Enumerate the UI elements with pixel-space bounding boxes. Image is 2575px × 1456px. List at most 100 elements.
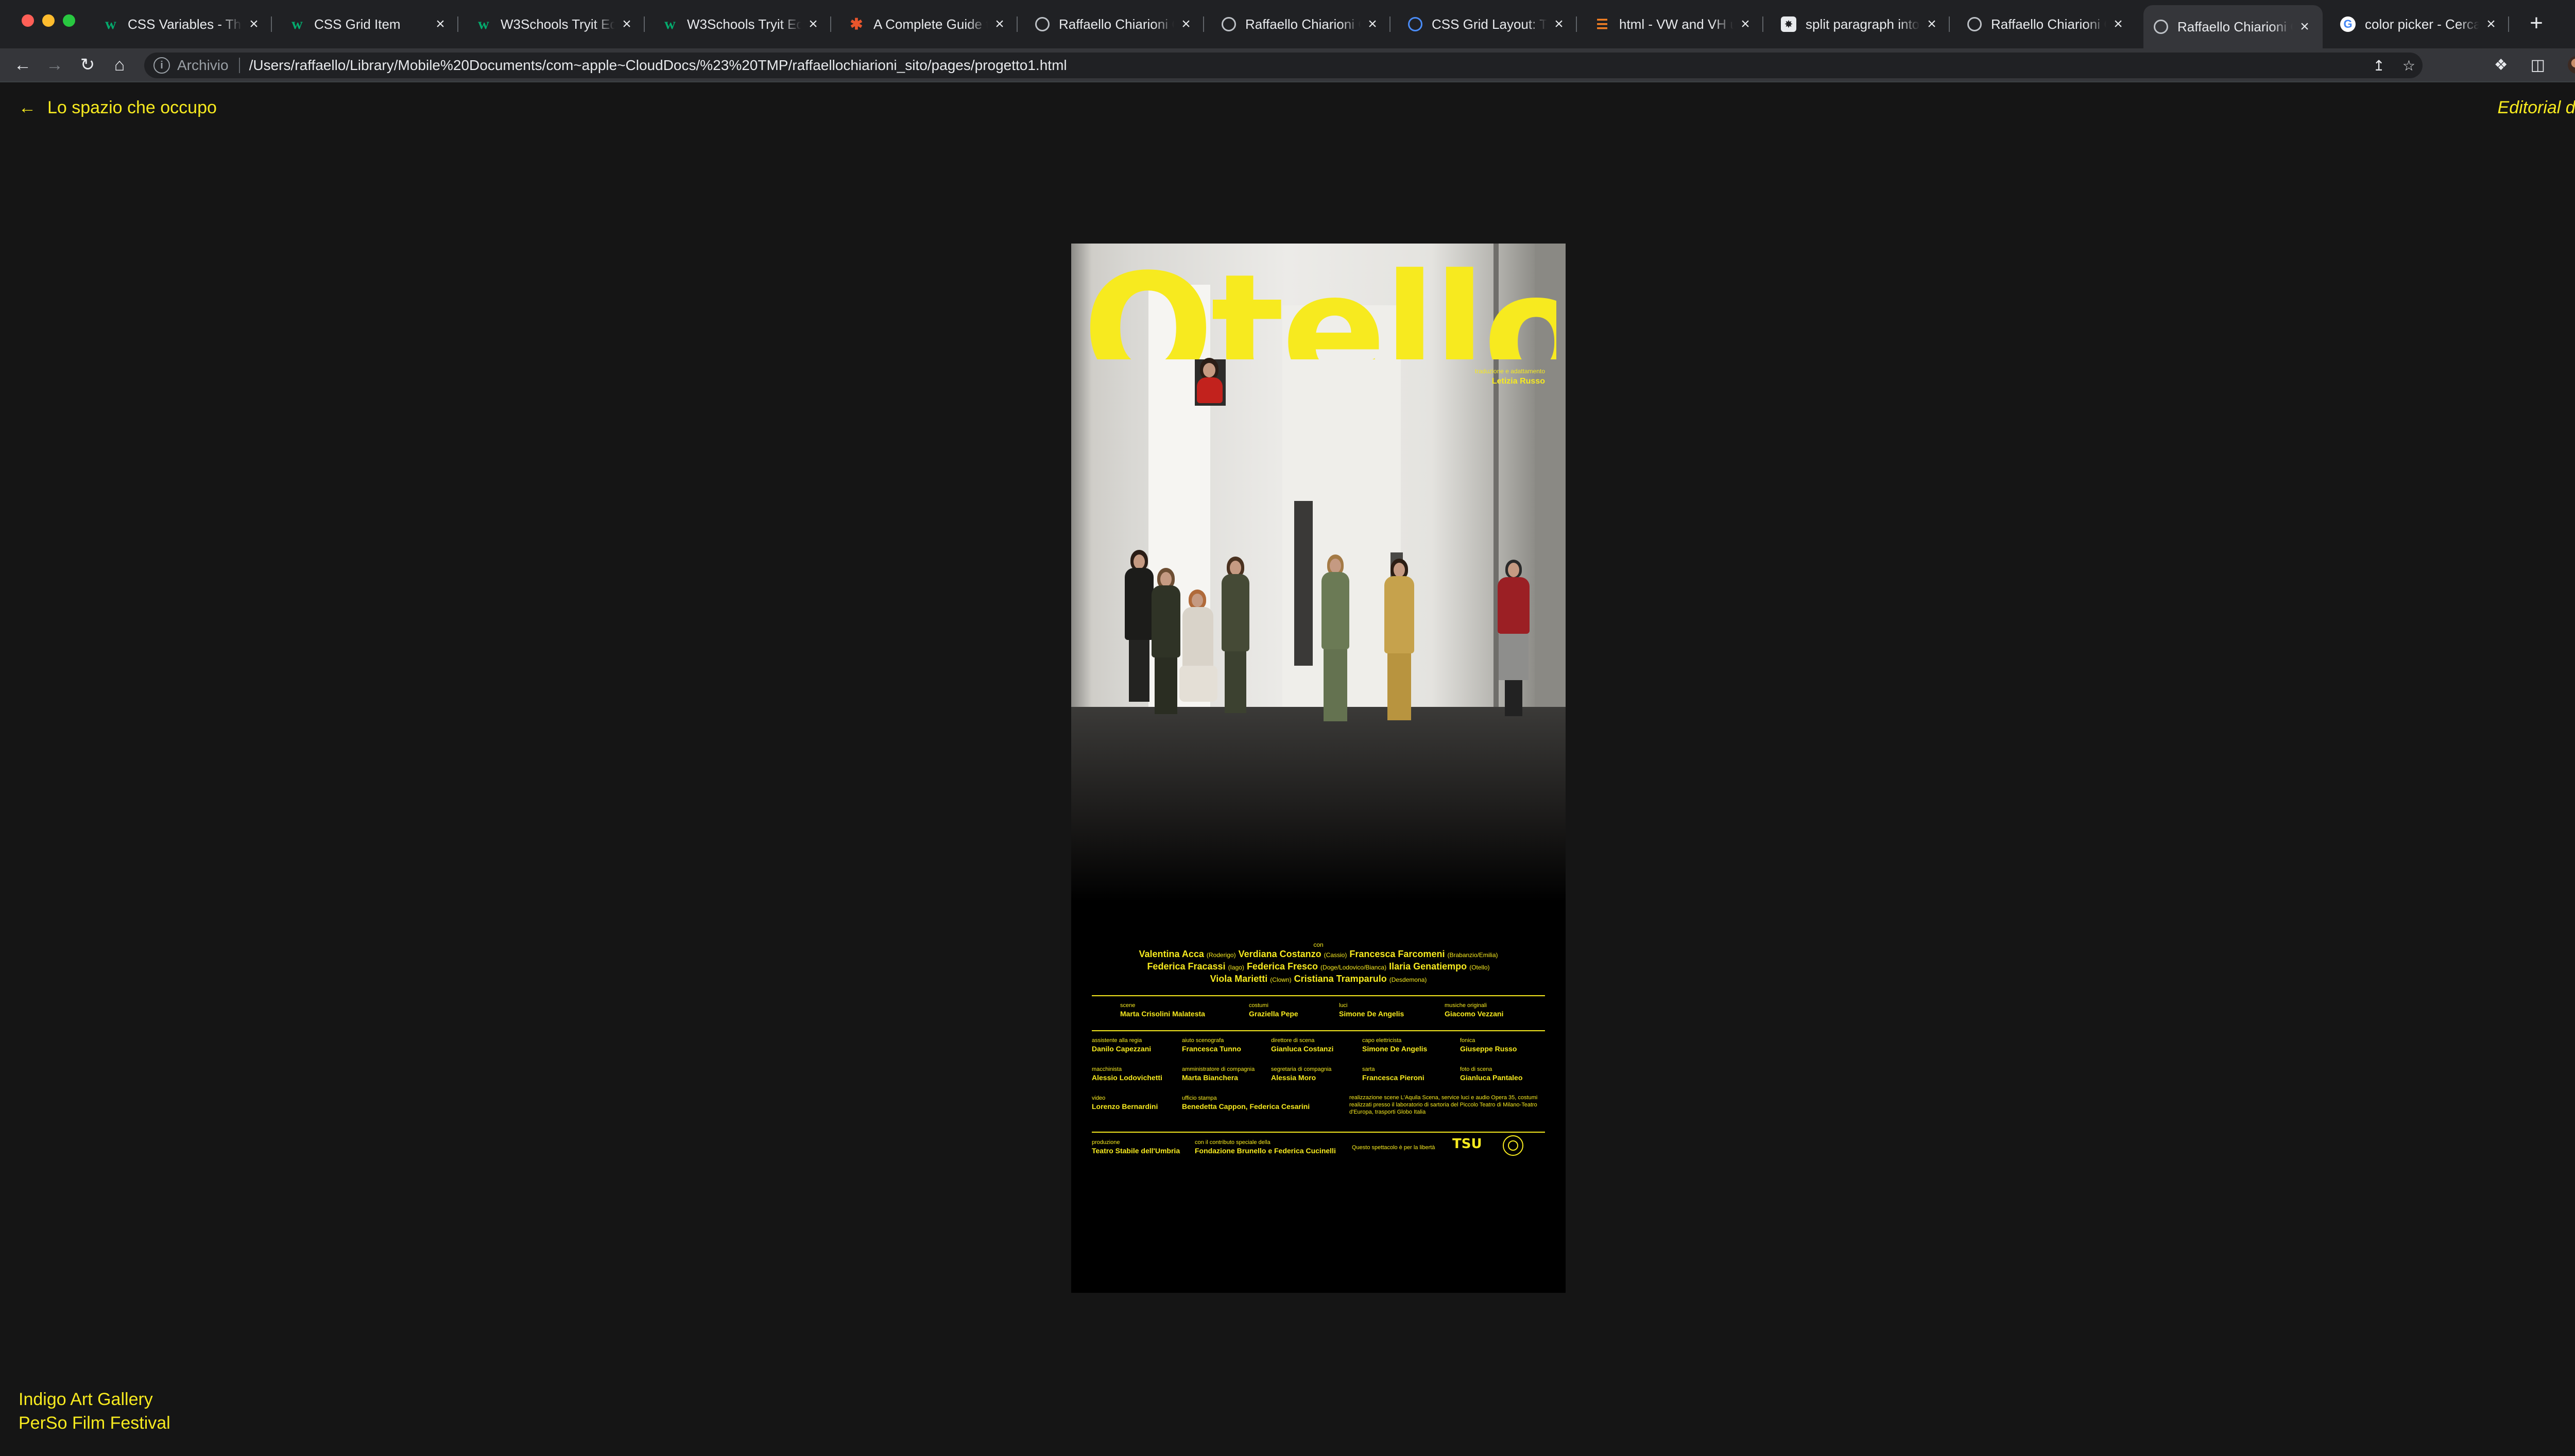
browser-tab[interactable]: w CSS Variables - The × <box>93 7 272 41</box>
poster-note: Questo spettacolo è per la libertà <box>1352 1145 1435 1151</box>
close-tab-icon[interactable]: × <box>2297 18 2312 36</box>
tab-title: Raffaello Chiarioni G <box>1991 16 2106 32</box>
staff-credit: segretaria di compagnia Alessia Moro <box>1271 1066 1332 1082</box>
staff-credit: assistente alla regia Danilo Capezzani <box>1092 1037 1152 1053</box>
cast-member-role: (Otello) <box>1469 964 1490 971</box>
cast-line: Federica Fracassi (Iago) Federica Fresco… <box>1071 961 1566 973</box>
tsu-logo: TSU <box>1452 1136 1482 1152</box>
cast-member-name: Cristiana Tramparulo <box>1294 974 1387 984</box>
extensions-puzzle-icon[interactable]: ❖ <box>2494 56 2508 74</box>
close-tab-icon[interactable]: × <box>1551 15 1567 33</box>
browser-tab[interactable]: w CSS Grid Item × <box>279 7 458 41</box>
project-category: Editorial design <box>2497 98 2575 117</box>
tab-title: html - VW and VH u <box>1619 16 1733 32</box>
close-tab-icon[interactable]: × <box>2110 15 2126 33</box>
back-link[interactable]: ← Lo spazio che occupo <box>19 98 217 118</box>
close-tab-icon[interactable]: × <box>246 15 262 33</box>
staff-credit: foto di scena Gianluca Pantaleo <box>1460 1066 1523 1082</box>
browser-tab[interactable]: CSS Grid Layout: Th × <box>1398 7 1577 41</box>
poster-divider <box>1092 1030 1545 1031</box>
reload-icon[interactable]: ↻ <box>75 53 100 77</box>
omnibox-divider <box>238 58 240 73</box>
tab-separator <box>1762 16 1763 32</box>
close-tab-icon[interactable]: × <box>1178 15 1194 33</box>
browser-tab[interactable]: Gcolor picker - Cerca × <box>2330 7 2509 41</box>
staff-credit: ufficio stampa Benedetta Cappon, Federica… <box>1182 1095 1310 1111</box>
side-panel-icon[interactable]: ◫ <box>2531 56 2545 74</box>
window-close-button[interactable] <box>22 14 34 27</box>
address-bar[interactable]: i Archivio /Users/raffaello/Library/Mobi… <box>144 53 2423 78</box>
back-link-label: Lo spazio che occupo <box>47 98 217 117</box>
globe-icon <box>1967 17 1982 31</box>
tab-separator <box>830 16 831 32</box>
share-icon[interactable]: ↥ <box>2373 57 2384 74</box>
security-label: Archivio <box>177 57 229 73</box>
main-credit: musiche originali Giacomo Vezzani <box>1445 1002 1504 1018</box>
cast-label: con <box>1313 941 1324 948</box>
main-credit: costumi Graziella Pepe <box>1249 1002 1298 1018</box>
browser-tab[interactable]: ✱ A Complete Guide to × <box>838 7 1018 41</box>
page-viewport: ← Lo spazio che occupo Editorial design <box>0 82 2575 1456</box>
browser-tab[interactable]: Raffaello Chiarioni G × <box>1211 7 1390 41</box>
forward-arrow-icon[interactable]: → <box>42 53 67 77</box>
w3schools-icon: w <box>478 15 489 32</box>
close-tab-icon[interactable]: × <box>1738 15 1753 33</box>
cast-member-role: (Roderigo) <box>1206 951 1236 959</box>
close-tab-icon[interactable]: × <box>805 15 821 33</box>
footer-clients: Indigo Art Gallery PerSo Film Festival <box>19 1388 170 1435</box>
w3schools-icon: w <box>291 15 303 32</box>
profile-avatar[interactable] <box>2568 56 2575 74</box>
window-minimize-button[interactable] <box>42 14 55 27</box>
foundation-seal-logo <box>1503 1135 1523 1156</box>
info-icon[interactable]: i <box>153 57 170 74</box>
cast-member-name: Federica Fracassi <box>1147 961 1226 972</box>
w3schools-icon: w <box>105 15 116 32</box>
cast-member-role: (Doge/Lodovico/Bianca) <box>1320 964 1387 971</box>
close-tab-icon[interactable]: × <box>1365 15 1380 33</box>
door-opening <box>1294 501 1313 666</box>
stackoverflow-icon: ☰ <box>1596 16 1608 32</box>
browser-tab[interactable]: ☰ html - VW and VH u × <box>1584 7 1763 41</box>
stage-floor <box>1071 707 1566 903</box>
staff-credit: capo elettricista Simone De Angelis <box>1362 1037 1428 1053</box>
poster-credit-3: traduzione e adattamento Letizia Russo <box>1474 368 1545 386</box>
close-tab-icon[interactable]: × <box>2483 15 2499 33</box>
staff-credits: assistente alla regia Danilo Capezzani aiu… <box>1071 1036 1566 1119</box>
otello-poster-image: Otello traduzione e adattamento Letizia R… <box>1071 244 1566 1293</box>
close-tab-icon[interactable]: × <box>619 15 634 33</box>
browser-tab-strip: w CSS Variables - The × w CSS Grid Item × w W3S… <box>0 0 2575 48</box>
tab-title: A Complete Guide to <box>873 16 988 32</box>
new-tab-button[interactable]: + <box>2524 10 2549 36</box>
browser-tab[interactable]: ✸ split paragraph into × <box>1771 7 1950 41</box>
tab-title: W3Schools Tryit Edit <box>501 16 615 32</box>
back-arrow-icon[interactable]: ← <box>10 53 35 77</box>
google-icon: G <box>2340 16 2356 32</box>
main-credit: scene Marta Crisolini Malatesta <box>1120 1002 1205 1018</box>
browser-tab[interactable]: Raffaello Chiarioni G × <box>1025 7 1204 41</box>
browser-tab[interactable]: w W3Schools Tryit Edit × <box>652 7 831 41</box>
close-tab-icon[interactable]: × <box>992 15 1007 33</box>
contributo-credit: con il contributo speciale della Fondazio… <box>1195 1139 1336 1155</box>
staff-credit: video Lorenzo Bernardini <box>1092 1095 1158 1111</box>
cast-member-role: (Desdemona) <box>1389 976 1427 983</box>
bookmark-star-icon[interactable]: ☆ <box>2402 57 2415 74</box>
poster-divider <box>1092 1132 1545 1133</box>
tab-separator <box>1389 16 1390 32</box>
tab-separator <box>1017 16 1018 32</box>
browser-tab[interactable]: Raffaello Chiarioni G × <box>1957 7 2136 41</box>
browser-tab[interactable]: w W3Schools Tryit Edit × <box>466 7 645 41</box>
staff-credit: sarta Francesca Pieroni <box>1362 1066 1424 1082</box>
tab-separator <box>457 16 458 32</box>
cast-line: Valentina Acca (Roderigo) Verdiana Costa… <box>1071 948 1566 961</box>
globe-icon <box>2154 20 2168 34</box>
home-icon[interactable]: ⌂ <box>107 53 132 77</box>
tab-title: CSS Grid Item <box>314 16 401 32</box>
main-credits: scene Marta Crisolini Malatesta costumi Gra… <box>1071 1001 1566 1022</box>
globe-icon <box>1222 17 1236 31</box>
window-zoom-button[interactable] <box>63 14 75 27</box>
url-text[interactable]: /Users/raffaello/Library/Mobile%20Docume… <box>249 57 1067 74</box>
browser-tab[interactable]: Raffaello Chiarioni G × <box>2143 5 2323 48</box>
css-tricks-icon: ✱ <box>850 15 863 33</box>
close-tab-icon[interactable]: × <box>1924 15 1939 33</box>
close-tab-icon[interactable]: × <box>433 15 448 33</box>
